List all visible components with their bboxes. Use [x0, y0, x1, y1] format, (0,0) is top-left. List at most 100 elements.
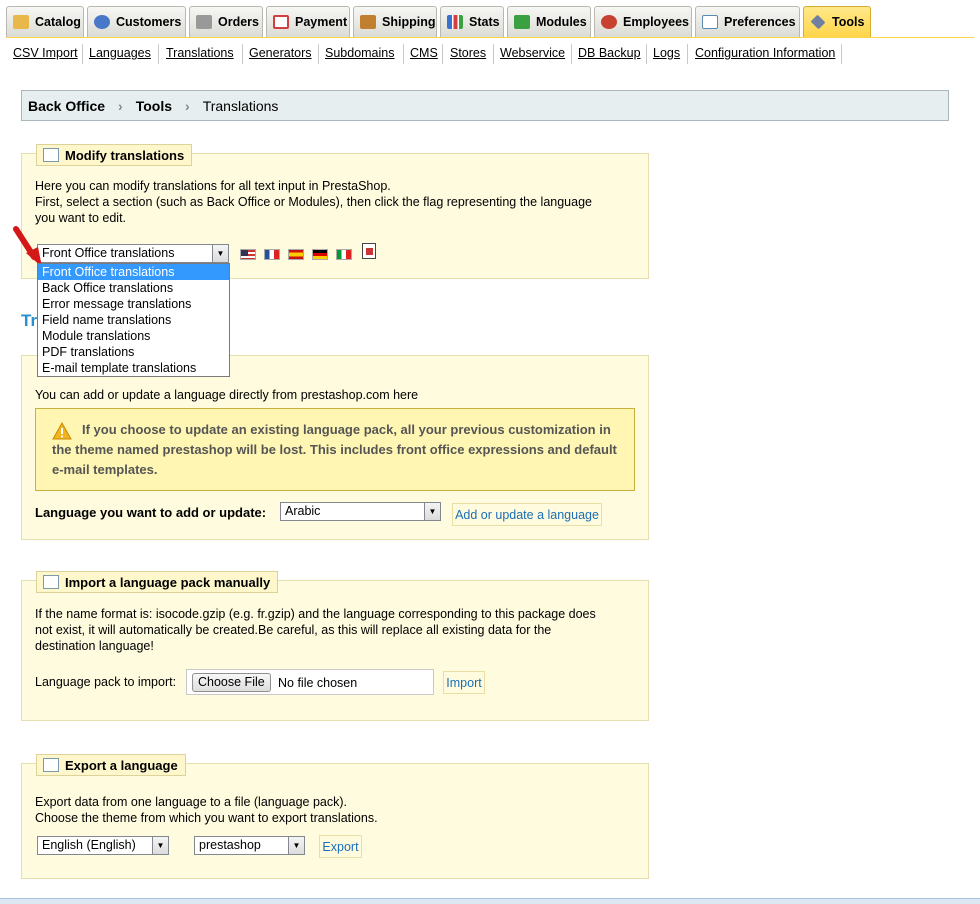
add-language-icon[interactable] [362, 243, 376, 259]
export-button[interactable]: Export [319, 835, 362, 858]
dropdown-option[interactable]: Module translations [38, 328, 229, 344]
file-status: No file chosen [278, 676, 358, 690]
language-to-add-select[interactable]: Arabic ▼ [280, 502, 441, 521]
flag-en-icon[interactable] [240, 249, 256, 260]
export-language-select[interactable]: English (English) ▼ [37, 836, 169, 855]
tab-label: Stats [469, 15, 500, 29]
tab-stats[interactable]: Stats [440, 6, 504, 37]
dropdown-arrow-icon[interactable]: ▼ [424, 503, 440, 520]
dropdown-arrow-icon[interactable]: ▼ [152, 837, 168, 854]
legend-label: Import a language pack manually [65, 574, 271, 590]
tab-label: Orders [218, 15, 259, 29]
add-update-language-button[interactable]: Add or update a language [452, 503, 602, 526]
panel-legend: Export a language [36, 754, 186, 776]
dropdown-option[interactable]: Error message translations [38, 296, 229, 312]
subnav-subdomains[interactable]: Subdomains [325, 46, 395, 60]
tab-modules[interactable]: Modules [507, 6, 591, 37]
select-value: Front Office translations [42, 246, 175, 260]
warning-text: If you choose to update an existing lang… [52, 422, 617, 477]
dropdown-arrow-icon[interactable]: ▼ [288, 837, 304, 854]
flag-it-icon[interactable] [336, 249, 352, 260]
select-value: prestashop [199, 838, 261, 852]
import-info-line: not exist, it will automatically be crea… [35, 623, 552, 637]
customer-icon [94, 15, 110, 29]
breadcrumb-root[interactable]: Back Office [28, 98, 105, 114]
import-icon [43, 575, 59, 589]
tab-employees[interactable]: Employees [594, 6, 692, 37]
divider [82, 44, 83, 64]
puzzle-icon [514, 15, 530, 29]
import-button[interactable]: Import [443, 671, 485, 694]
intro-line: First, select a section (such as Back Of… [35, 195, 592, 209]
divider [841, 44, 842, 64]
dropdown-arrow-icon[interactable]: ▼ [212, 245, 228, 262]
tab-tools[interactable]: Tools [803, 6, 871, 37]
tab-label: Tools [832, 15, 865, 29]
export-language-panel: Export a language Export data from one l… [21, 754, 649, 879]
divider [687, 44, 688, 64]
folder-icon [13, 15, 29, 29]
subnav-webservice[interactable]: Webservice [500, 46, 565, 60]
tab-label: Shipping [382, 15, 436, 29]
subnav-logs[interactable]: Logs [653, 46, 680, 60]
choose-file-button[interactable]: Choose File [192, 673, 271, 692]
select-value: Arabic [285, 504, 321, 518]
panel-legend: Import a language pack manually [36, 571, 279, 593]
preferences-icon [702, 15, 718, 29]
breadcrumb-section[interactable]: Tools [136, 98, 172, 114]
divider [646, 44, 647, 64]
section-heading: Tr [21, 311, 38, 330]
subnav-stores[interactable]: Stores [450, 46, 486, 60]
tab-label: Employees [623, 15, 690, 29]
language-select-label: Language you want to add or update: [35, 505, 267, 520]
subnav-cms[interactable]: CMS [410, 46, 438, 60]
divider [318, 44, 319, 64]
divider [158, 44, 159, 64]
export-info-line: Choose the theme from which you want to … [35, 811, 378, 825]
dropdown-option[interactable]: PDF translations [38, 344, 229, 360]
flag-fr-icon[interactable] [264, 249, 280, 260]
tab-preferences[interactable]: Preferences [695, 6, 800, 37]
tab-catalog[interactable]: Catalog [6, 6, 84, 37]
subnav-languages[interactable]: Languages [89, 46, 151, 60]
legend-label: Export a language [65, 757, 178, 773]
tab-shipping[interactable]: Shipping [353, 6, 437, 37]
dropdown-option[interactable]: Field name translations [38, 312, 229, 328]
divider [403, 44, 404, 64]
dropdown-option[interactable]: E-mail template translations [38, 360, 229, 376]
wrench-icon [810, 14, 826, 30]
panel-legend: Modify translations [36, 144, 193, 166]
warning-box: If you choose to update an existing lang… [35, 408, 635, 491]
chevron-right-icon: › [185, 97, 190, 114]
divider [242, 44, 243, 64]
add-update-intro: You can add or update a language directl… [35, 388, 419, 402]
intro-line: Here you can modify translations for all… [35, 179, 391, 193]
tab-payment[interactable]: Payment [266, 6, 350, 37]
dropdown-option[interactable]: Back Office translations [38, 280, 229, 296]
subnav-csv-import[interactable]: CSV Import [13, 46, 78, 60]
export-info-line: Export data from one language to a file … [35, 795, 348, 809]
subnav-translations[interactable]: Translations [166, 46, 234, 60]
import-info-line: If the name format is: isocode.gzip (e.g… [35, 607, 596, 621]
subnav-configuration-information[interactable]: Configuration Information [695, 46, 835, 60]
export-theme-select[interactable]: prestashop ▼ [194, 836, 305, 855]
flag-es-icon[interactable] [288, 249, 304, 260]
tab-label: Catalog [35, 15, 81, 29]
translation-type-select[interactable]: Front Office translations ▼ [37, 244, 229, 263]
divider [493, 44, 494, 64]
cart-icon [196, 15, 212, 29]
translation-type-dropdown: Front Office translations Back Office tr… [37, 263, 230, 377]
dropdown-option[interactable]: Front Office translations [38, 264, 229, 280]
select-value: English (English) [42, 838, 136, 852]
window-bottom-edge [0, 898, 980, 904]
translate-icon [43, 148, 59, 162]
tab-orders[interactable]: Orders [189, 6, 263, 37]
breadcrumb: Back Office › Tools › Translations [21, 90, 949, 121]
legend-label: Modify translations [65, 147, 185, 163]
flag-de-icon[interactable] [312, 249, 328, 260]
breadcrumb-current: Translations [202, 97, 279, 114]
subnav-generators[interactable]: Generators [249, 46, 312, 60]
export-icon [43, 758, 59, 772]
subnav-db-backup[interactable]: DB Backup [578, 46, 641, 60]
tab-customers[interactable]: Customers [87, 6, 186, 37]
